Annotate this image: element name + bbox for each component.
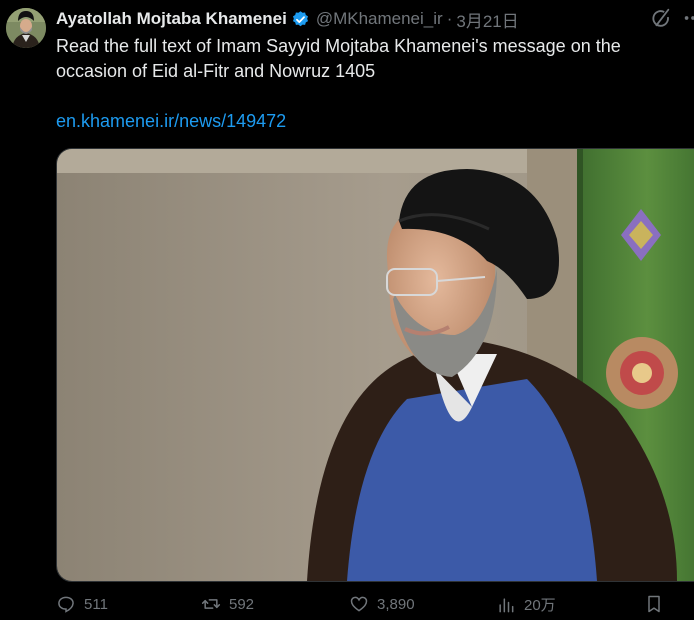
repost-count: 592 bbox=[229, 595, 255, 613]
bookmark-button[interactable] bbox=[644, 594, 672, 614]
more-icon[interactable] bbox=[682, 7, 694, 29]
views-icon bbox=[499, 597, 514, 612]
bookmark-icon bbox=[648, 595, 660, 613]
reply-button[interactable]: 511 bbox=[56, 594, 108, 614]
tweet-text: Read the full text of Imam Sayyid Mojtab… bbox=[56, 36, 621, 81]
avatar[interactable] bbox=[6, 8, 46, 48]
tweet-header: Ayatollah Mojtaba Khamenei @MKhamenei_ir… bbox=[56, 7, 694, 31]
photo-image bbox=[57, 149, 694, 581]
grok-icon[interactable] bbox=[650, 7, 672, 29]
like-icon bbox=[350, 596, 368, 612]
tweet-actions: 511 592 3,890 20万 bbox=[56, 594, 694, 620]
repost-button[interactable]: 592 bbox=[201, 594, 254, 614]
separator-dot: · bbox=[446, 9, 453, 28]
verified-badge-icon bbox=[291, 10, 310, 29]
avatar-image bbox=[6, 8, 46, 48]
views-button[interactable]: 20万 bbox=[496, 594, 556, 615]
views-count: 20万 bbox=[524, 597, 556, 614]
reply-count: 511 bbox=[84, 595, 108, 613]
tweet-link[interactable]: en.khamenei.ir/news/149472 bbox=[56, 109, 286, 134]
reply-icon bbox=[58, 596, 74, 613]
display-name[interactable]: Ayatollah Mojtaba Khamenei bbox=[56, 9, 287, 29]
handle[interactable]: @MKhamenei_ir bbox=[316, 9, 443, 29]
repost-icon bbox=[201, 599, 221, 609]
like-count: 3,890 bbox=[377, 595, 415, 613]
tweet-date[interactable]: 3月21日 bbox=[456, 7, 518, 32]
like-button[interactable]: 3,890 bbox=[349, 594, 415, 614]
tweet-media-photo[interactable] bbox=[56, 148, 694, 582]
